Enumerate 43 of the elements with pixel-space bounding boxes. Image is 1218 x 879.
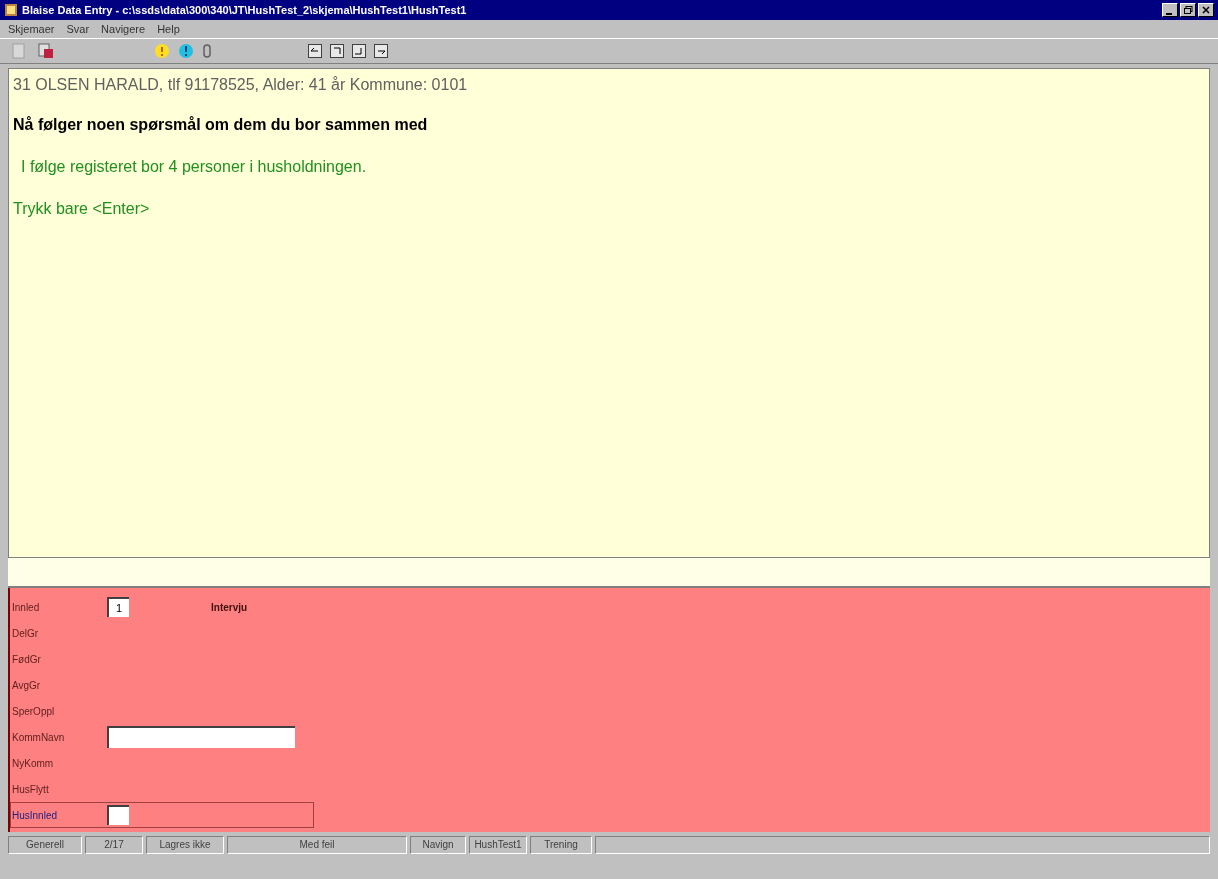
window-title: Blaise Data Entry - c:\ssds\data\300\340\JT\HushTest_2\skjema\HushTest1\HushTest1	[22, 2, 467, 18]
save-icon[interactable]	[38, 43, 54, 59]
minimize-icon	[1166, 13, 1174, 16]
field-label: SperOppl	[11, 704, 56, 719]
close-icon	[1202, 6, 1210, 14]
respondent-header: 31 OLSEN HARALD, tlf 91178525, Alder: 41 år Kommune: 0101	[13, 75, 469, 95]
field-label: Innled	[11, 600, 41, 615]
input-field[interactable]: 1	[107, 597, 129, 617]
close-button[interactable]	[1198, 3, 1214, 17]
next-page-icon[interactable]	[352, 44, 366, 58]
menu-item[interactable]: Help	[157, 20, 180, 38]
info-icon[interactable]	[178, 43, 194, 59]
field-label: KommNavn	[11, 730, 66, 745]
minimize-button[interactable]	[1162, 3, 1178, 17]
status-pane: 2/17	[85, 836, 143, 854]
status-pane: Med feil	[227, 836, 407, 854]
status-pane: Trening	[530, 836, 592, 854]
status-pane: Navign	[410, 836, 466, 854]
previous-page-icon[interactable]	[330, 44, 344, 58]
field-label: HusFlytt	[11, 782, 50, 797]
restore-icon	[1183, 6, 1193, 14]
status-pane: HushTest1	[469, 836, 527, 854]
paperclip-icon[interactable]	[202, 43, 212, 59]
field-label: FødGr	[11, 652, 42, 667]
info-text: I følge registeret bor 4 personer i husholdningen.	[21, 157, 368, 177]
first-page-icon[interactable]	[308, 44, 322, 58]
last-page-icon[interactable]	[374, 44, 388, 58]
field-label: NyKomm	[11, 756, 55, 771]
field-label: HusInnled	[11, 808, 59, 823]
menu-item[interactable]: Svar	[66, 20, 90, 38]
menu-item[interactable]: Navigere	[101, 20, 146, 38]
status-pane: Generell	[8, 836, 82, 854]
app-icon	[4, 3, 18, 17]
field-label: DelGr	[11, 626, 40, 641]
question-text: Nå følger noen spørsmål om dem du bor sammen med	[13, 115, 429, 135]
instruction-text: Trykk bare <Enter>	[13, 199, 151, 219]
menu-item[interactable]: Skjemaer	[8, 20, 55, 38]
field-label: AvgGr	[11, 678, 42, 693]
status-pane: Lagres ikke	[146, 836, 224, 854]
input-field[interactable]	[107, 805, 129, 825]
field-description: Intervju	[211, 600, 248, 615]
input-field[interactable]	[107, 726, 295, 748]
restore-button[interactable]	[1180, 3, 1196, 17]
